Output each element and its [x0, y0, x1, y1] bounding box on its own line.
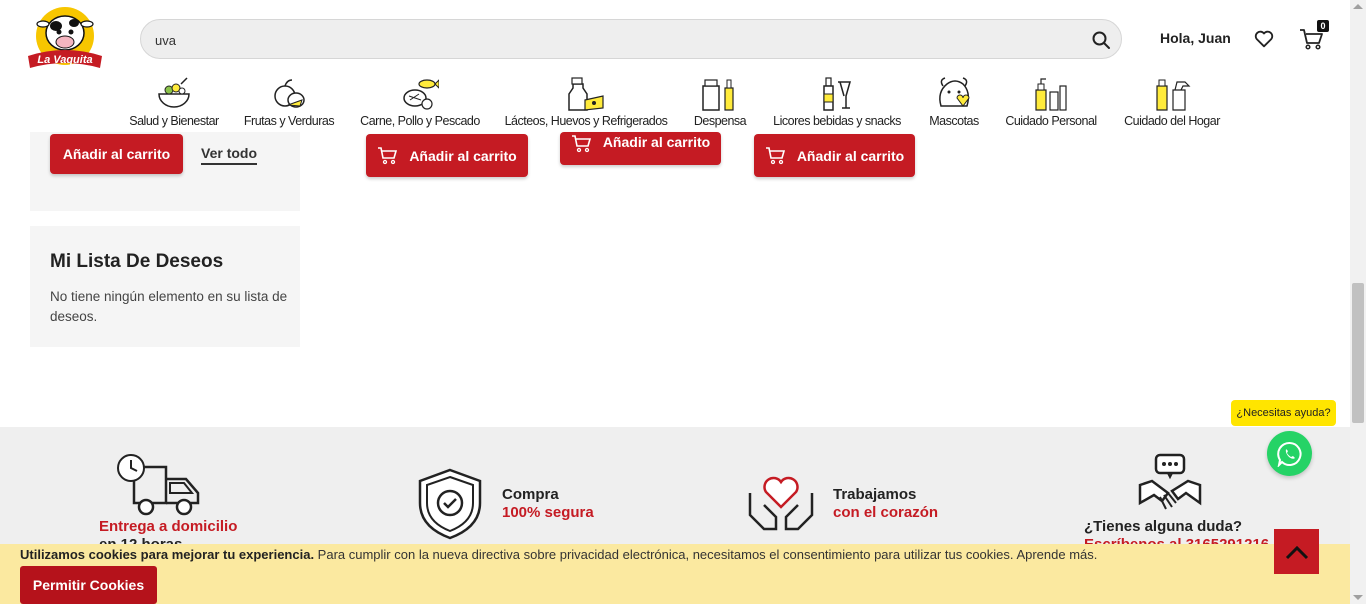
compare-add-to-cart-button[interactable]: Añadir al carrito	[50, 134, 183, 174]
category-carne-pollo-pescado[interactable]: Carne, Pollo y Pescado	[355, 76, 485, 132]
cart-icon	[571, 135, 591, 153]
cookie-message: Utilizamos cookies para mejorar tu exper…	[20, 547, 1098, 562]
personal-care-icon	[1035, 78, 1067, 111]
handshake-chat-icon	[1138, 453, 1202, 510]
whatsapp-icon	[1276, 441, 1302, 467]
category-mascotas[interactable]: Mascotas	[922, 76, 986, 132]
category-frutas-verduras[interactable]: Frutas y Verduras	[240, 76, 338, 132]
back-to-top-button[interactable]	[1274, 529, 1319, 574]
wishlist-empty-text: No tiene ningún elemento en su lista de …	[50, 289, 288, 324]
cookie-bar: Utilizamos cookies para mejorar tu exper…	[0, 544, 1366, 604]
scroll-down-arrow[interactable]	[1353, 595, 1363, 600]
user-greeting[interactable]: Hola, Juan	[1160, 30, 1231, 46]
category-nav: Salud y Bienestar Frutas y Verduras Carn…	[0, 76, 1350, 132]
scroll-up-arrow[interactable]	[1353, 4, 1363, 9]
cart-icon	[765, 146, 785, 164]
fruits-icon	[274, 79, 305, 108]
heart-subtitle: con el corazón	[833, 504, 939, 521]
category-salud-bienestar[interactable]: Salud y Bienestar	[124, 76, 224, 132]
category-cuidado-personal[interactable]: Cuidado Personal	[1000, 76, 1102, 132]
help-bubble[interactable]: ¿Necesitas ayuda?	[1231, 400, 1336, 426]
wishlist-title: Mi Lista De Deseos	[50, 251, 224, 272]
cart-count-badge: 0	[1317, 20, 1329, 32]
product-add-to-cart-button[interactable]: Añadir al carrito	[560, 132, 721, 165]
product-add-to-cart-button[interactable]: Añadir al carrito	[754, 134, 915, 177]
pet-icon	[939, 77, 970, 107]
home-care-icon	[1156, 79, 1191, 111]
salad-bowl-icon	[158, 77, 190, 108]
dairy-icon	[568, 77, 604, 111]
cart-icon	[378, 146, 398, 164]
category-lacteos-huevos[interactable]: Lácteos, Huevos y Refrigerados	[500, 76, 672, 132]
chevron-up-icon	[1285, 545, 1308, 559]
category-cuidado-hogar[interactable]: Cuidado del Hogar	[1118, 76, 1226, 132]
product-add-to-cart-button[interactable]: Añadir al carrito	[366, 134, 528, 177]
learn-more-link[interactable]: Aprende más.	[1016, 547, 1097, 562]
search-bar	[140, 19, 1122, 59]
allow-cookies-button[interactable]: Permitir Cookies	[20, 566, 157, 604]
drinks-icon	[823, 77, 851, 111]
shield-check-icon	[418, 468, 482, 540]
site-header: La Vaquita Hola, Juan 0	[0, 0, 1350, 78]
see-all-link[interactable]: Ver todo	[201, 145, 258, 165]
secure-subtitle: 100% segura	[502, 504, 594, 521]
meat-fish-icon	[403, 79, 439, 110]
delivery-title: Entrega a domicilio	[99, 518, 238, 535]
secure-title: Compra	[502, 486, 559, 503]
wishlist-heart-icon[interactable]	[1253, 28, 1275, 50]
category-licores-snacks[interactable]: Licores bebidas y snacks	[766, 76, 908, 132]
la-vaquita-logo[interactable]: La Vaquita	[24, 6, 106, 72]
whatsapp-button[interactable]	[1267, 431, 1312, 476]
search-input[interactable]	[155, 29, 1055, 51]
scrollbar-thumb[interactable]	[1352, 283, 1364, 423]
doubt-title: ¿Tienes alguna duda?	[1084, 518, 1243, 535]
heart-hands-icon	[748, 476, 814, 531]
search-icon[interactable]	[1091, 30, 1111, 50]
heart-title: Trabajamos	[833, 486, 917, 503]
category-despensa[interactable]: Despensa	[688, 76, 752, 132]
delivery-truck-icon	[117, 454, 200, 516]
svg-text:La Vaquita: La Vaquita	[37, 54, 92, 66]
pantry-icon	[702, 79, 734, 111]
